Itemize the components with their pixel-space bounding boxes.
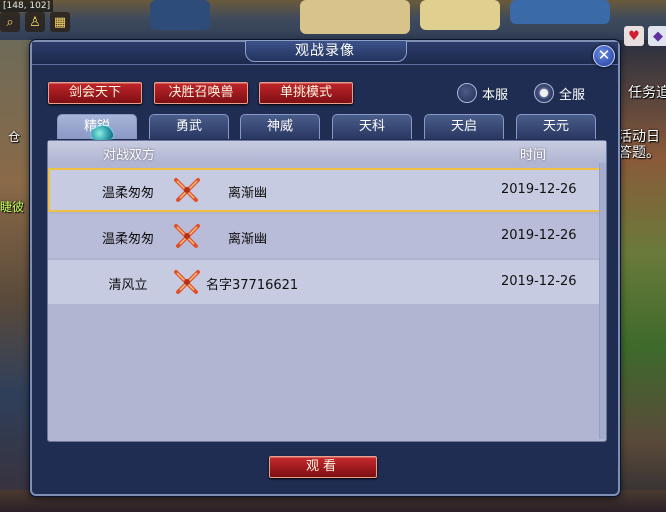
radio-label: 全服 <box>559 87 586 103</box>
category-button-sword-arena[interactable]: 剑会天下 <box>48 82 142 104</box>
roof-tile <box>150 0 210 30</box>
player-two: 离渐幽 <box>228 186 268 201</box>
category-button-summon-duel[interactable]: 决胜召唤兽 <box>154 82 248 104</box>
roof-tile <box>510 0 610 24</box>
left-scene-text-2: 睫彼 <box>0 200 25 214</box>
crossed-swords-icon <box>174 270 200 294</box>
search-map-icon[interactable]: ⌕ <box>0 12 20 32</box>
close-button[interactable]: ✕ <box>593 45 615 67</box>
player-one: 清风立 <box>108 278 148 293</box>
event-text-2: 答题。 <box>618 145 660 161</box>
character-icon[interactable]: ♙ <box>25 12 45 32</box>
match-date: 2019-12-26 <box>501 228 577 243</box>
match-date: 2019-12-26 <box>501 274 577 289</box>
tab-tianke[interactable]: 天科 <box>332 114 412 139</box>
tab-tianyuan[interactable]: 天元 <box>516 114 596 139</box>
player-two: 离渐幽 <box>228 232 268 247</box>
radio-circle-selected[interactable] <box>534 83 554 103</box>
player-one: 温柔匆匆 <box>101 186 154 201</box>
map-coordinates: [148, 102] <box>0 0 54 12</box>
header-players: 对战双方 <box>103 148 156 163</box>
header-time: 时间 <box>520 148 547 163</box>
tab-tianqi[interactable]: 天启 <box>424 114 504 139</box>
gem-icon[interactable]: ◆ <box>648 26 666 46</box>
list-header: 对战双方 时间 <box>48 141 606 163</box>
radio-local-server[interactable]: 本服 <box>457 82 508 104</box>
left-scene-text: 仓 <box>8 130 21 144</box>
player-one: 温柔匆匆 <box>101 232 154 247</box>
table-row[interactable]: 清风立 名字37716621 2019-12-26 <box>48 260 606 304</box>
calendar-icon[interactable]: ▦ <box>50 12 70 32</box>
category-button-solo-mode[interactable]: 单挑模式 <box>259 82 353 104</box>
banner-panel <box>420 0 500 30</box>
radio-circle[interactable] <box>457 83 477 103</box>
radio-all-servers[interactable]: 全服 <box>534 82 585 104</box>
player-two: 名字37716621 <box>206 278 299 293</box>
match-date: 2019-12-26 <box>501 182 577 197</box>
right-building <box>616 40 666 512</box>
task-tracker-label[interactable]: 任务追 <box>628 82 666 102</box>
heart-icon[interactable]: ♥ <box>624 26 644 46</box>
left-building <box>0 40 34 512</box>
watch-button[interactable]: 观看 <box>269 456 377 478</box>
dialog-title: 观战录像 <box>295 43 355 59</box>
tab-divine[interactable]: 神威 <box>240 114 320 139</box>
tab-brave[interactable]: 勇武 <box>149 114 229 139</box>
banner-panel <box>300 0 410 34</box>
crossed-swords-icon <box>174 178 200 202</box>
scrollbar-track[interactable] <box>599 163 606 439</box>
table-row[interactable]: 温柔匆匆 离渐幽 2019-12-26 <box>48 214 606 258</box>
replay-dialog: 观战录像 ✕ 剑会天下 决胜召唤兽 单挑模式 本服 全服 精锐 勇武 神威 天科… <box>30 40 620 496</box>
table-row[interactable]: 温柔匆匆 离渐幽 2019-12-26 <box>48 168 606 212</box>
radio-label: 本服 <box>482 87 509 103</box>
crossed-swords-icon <box>174 224 200 248</box>
list-empty-area <box>48 306 606 440</box>
replay-list: 对战双方 时间 温柔匆匆 离渐幽 2019-12-26 温柔匆匆 离渐幽 201… <box>47 140 607 442</box>
